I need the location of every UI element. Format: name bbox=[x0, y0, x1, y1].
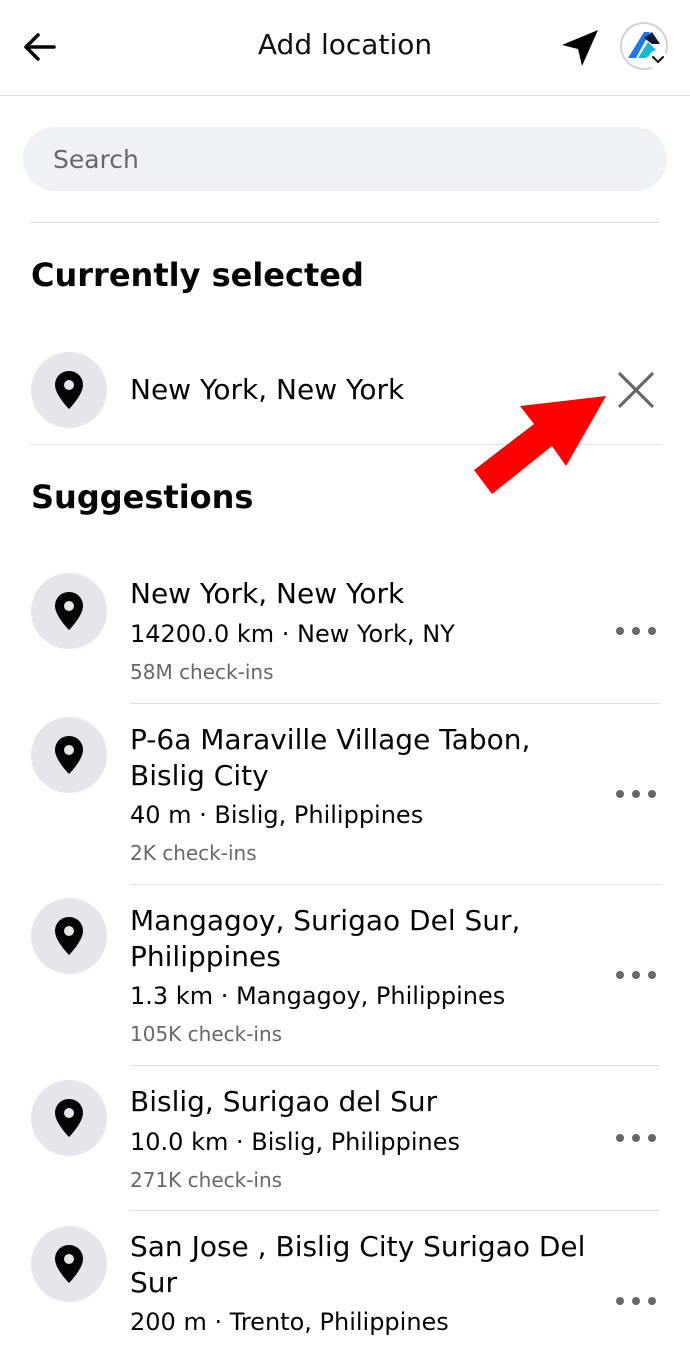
suggestion-checkins: 105K check-ins bbox=[130, 1022, 283, 1046]
suggestion-meta: 10.0 km · Bislig, Philippines bbox=[130, 1128, 460, 1156]
location-pin-icon bbox=[55, 1099, 83, 1137]
clear-location-button[interactable] bbox=[610, 364, 662, 416]
chevron-down-icon[interactable] bbox=[648, 50, 668, 70]
suggestion-pin bbox=[31, 898, 107, 974]
selected-location-name: New York, New York bbox=[130, 373, 405, 406]
suggestion-pin bbox=[31, 573, 107, 649]
annotation-arrow-icon bbox=[474, 396, 606, 494]
suggestion-pin bbox=[31, 1080, 107, 1156]
more-options-button[interactable] bbox=[616, 1126, 656, 1150]
search-placeholder: Search bbox=[53, 144, 139, 174]
divider bbox=[130, 1210, 660, 1211]
more-options-button[interactable] bbox=[616, 1289, 656, 1313]
location-pin-icon bbox=[55, 371, 83, 409]
more-options-button[interactable] bbox=[616, 963, 656, 987]
divider bbox=[130, 703, 660, 704]
selected-location-pin bbox=[31, 352, 107, 428]
current-location-button[interactable] bbox=[556, 24, 604, 72]
suggestion-meta: 200 m · Trento, Philippines bbox=[130, 1308, 449, 1336]
suggestion-pin bbox=[31, 1226, 107, 1302]
suggestion-checkins: 271K check-ins bbox=[130, 1168, 283, 1192]
divider bbox=[130, 1065, 660, 1066]
divider bbox=[130, 884, 660, 885]
suggestion-checkins: 58M check-ins bbox=[130, 660, 274, 684]
suggestion-name[interactable]: P-6a Maraville Village Tabon, Bislig Cit… bbox=[130, 722, 590, 794]
suggestion-name[interactable]: Bislig, Surigao del Sur bbox=[130, 1084, 590, 1120]
location-pin-icon bbox=[55, 736, 83, 774]
suggestion-meta: 1.3 km · Mangagoy, Philippines bbox=[130, 982, 506, 1010]
navigation-arrow-icon bbox=[562, 30, 598, 66]
suggestion-checkins: 2K check-ins bbox=[130, 841, 257, 865]
suggestion-name[interactable]: Mangagoy, Surigao Del Sur, Philippines bbox=[130, 903, 590, 975]
close-icon bbox=[618, 372, 654, 408]
location-pin-icon bbox=[55, 1245, 83, 1283]
top-bar: Add location bbox=[0, 0, 690, 96]
suggestion-meta: 14200.0 km · New York, NY bbox=[130, 620, 455, 648]
divider bbox=[30, 222, 660, 223]
suggestions-heading: Suggestions bbox=[31, 478, 254, 516]
suggestion-name[interactable]: New York, New York bbox=[130, 576, 590, 612]
search-input[interactable]: Search bbox=[23, 127, 667, 191]
more-options-button[interactable] bbox=[616, 782, 656, 806]
location-pin-icon bbox=[55, 592, 83, 630]
currently-selected-heading: Currently selected bbox=[31, 256, 364, 294]
location-pin-icon bbox=[55, 917, 83, 955]
more-options-button[interactable] bbox=[616, 619, 656, 643]
suggestion-meta: 40 m · Bislig, Philippines bbox=[130, 801, 424, 829]
suggestion-pin bbox=[31, 717, 107, 793]
suggestion-name[interactable]: San Jose , Bislig City Surigao Del Sur bbox=[130, 1229, 590, 1301]
